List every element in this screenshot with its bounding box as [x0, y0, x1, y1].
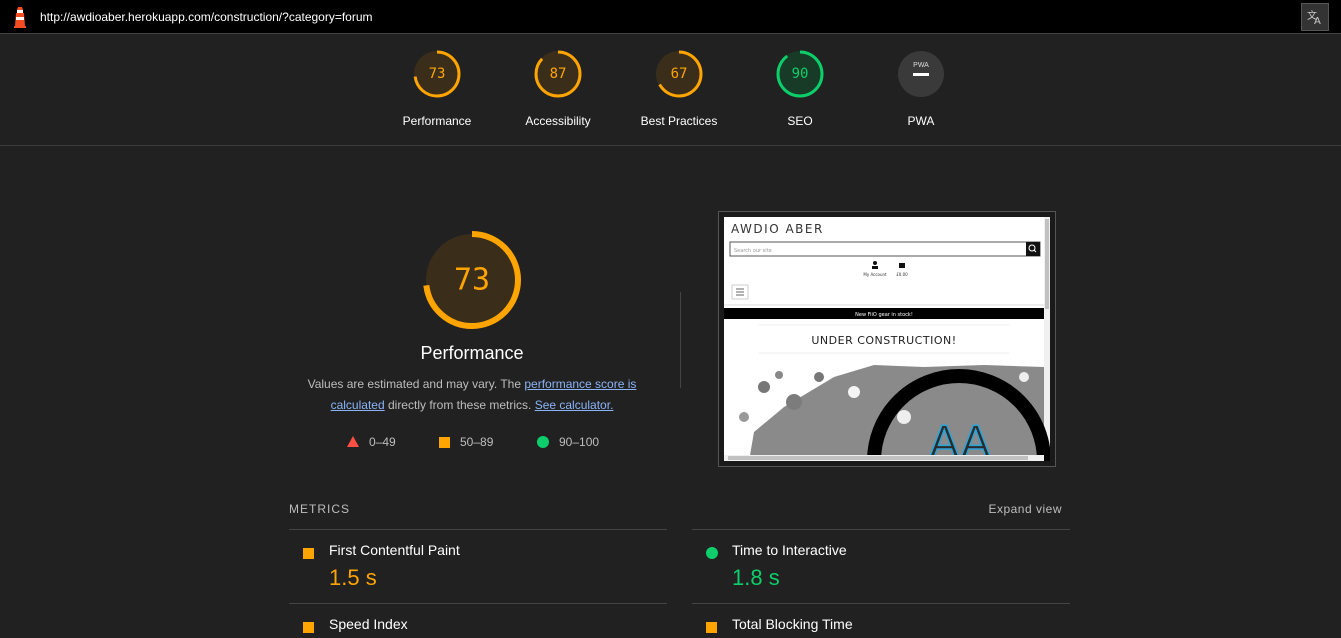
legend-average-range: 50–89 — [460, 435, 494, 449]
top-bar: http://awdioaber.herokuapp.com/construct… — [0, 0, 1341, 34]
summary-gauge-pwa[interactable]: PWA PWA — [861, 48, 981, 128]
summary-gauge-performance[interactable]: 73 Performance — [377, 48, 497, 128]
metrics-header: METRICS Expand view — [289, 502, 1070, 530]
screenshot-logo-text: AA — [929, 417, 990, 461]
expand-view-toggle[interactable]: Expand view — [988, 502, 1062, 516]
score-gauge: 87 — [534, 50, 582, 98]
score-summary: 73 Performance 87 Accessibility 67 Best Pract… — [0, 34, 1341, 146]
gauge-label: Performance — [402, 114, 472, 128]
screenshot-account-label: My Account — [863, 272, 887, 277]
performance-description: Values are estimated and may vary. The p… — [300, 374, 644, 416]
translate-button[interactable]: 文 A — [1301, 3, 1329, 31]
metrics-divider-left-2 — [289, 603, 667, 604]
final-screenshot[interactable]: AWDIO ABER Search our site My Account £0… — [718, 211, 1056, 467]
circle-icon — [706, 546, 718, 564]
gauge-score: 67 — [671, 66, 688, 82]
metric-value: 1.5 s — [329, 565, 377, 590]
legend-fail-range: 0–49 — [369, 435, 396, 449]
desc-prefix: Values are estimated and may vary. The — [307, 377, 525, 391]
pwa-badge-text: PWA — [913, 62, 929, 69]
svg-text:A: A — [1314, 16, 1321, 26]
metric-speed-index[interactable]: Speed Index — [289, 616, 667, 636]
screenshot-site-title: AWDIO ABER — [731, 222, 824, 236]
gauge-label: SEO — [787, 114, 813, 128]
metric-name: Total Blocking Time — [732, 616, 853, 632]
metrics-title: METRICS — [289, 502, 350, 516]
square-icon — [303, 546, 314, 564]
square-icon — [439, 436, 450, 448]
gauge-score: 87 — [550, 66, 567, 82]
square-icon — [706, 620, 717, 638]
lighthouse-icon — [14, 7, 26, 28]
metric-first-contentful-paint[interactable]: First Contentful Paint 1.5 s — [289, 542, 667, 602]
report-url[interactable]: http://awdioaber.herokuapp.com/construct… — [40, 10, 373, 24]
divider — [680, 292, 681, 388]
desc-middle: directly from these metrics. — [384, 398, 535, 412]
screenshot-heading: UNDER CONSTRUCTION! — [811, 334, 956, 347]
screenshot-banner: New FiiO gear in stock! — [855, 312, 913, 318]
metric-time-to-interactive[interactable]: Time to Interactive 1.8 s — [692, 542, 1070, 602]
metric-value: 1.8 s — [732, 565, 780, 590]
gauge-label: Accessibility — [525, 114, 591, 128]
screenshot-content: AWDIO ABER Search our site My Account £0… — [724, 217, 1050, 461]
gauge-score: 73 — [429, 66, 446, 82]
performance-gauge: 73 — [423, 231, 521, 329]
screenshot-search-placeholder: Search our site — [734, 248, 772, 254]
circle-icon — [537, 436, 549, 448]
score-gauge: 67 — [655, 50, 703, 98]
metrics-divider-right — [692, 529, 1070, 530]
performance-title: Performance — [420, 343, 524, 363]
screenshot-cart-label: £0.00 — [896, 272, 908, 277]
legend-fail: 0–49 — [347, 435, 396, 449]
score-gauge: 90 — [776, 50, 824, 98]
summary-gauge-seo[interactable]: 90 SEO — [740, 48, 860, 128]
performance-score: 73 — [454, 263, 490, 298]
summary-gauge-accessibility[interactable]: 87 Accessibility — [498, 48, 618, 128]
metric-name: First Contentful Paint — [329, 542, 460, 558]
metric-name: Time to Interactive — [732, 542, 847, 558]
gauge-label: Best Practices — [640, 114, 718, 128]
score-gauge: 73 — [413, 50, 461, 98]
metrics-divider-right-2 — [692, 603, 1070, 604]
metric-total-blocking-time[interactable]: Total Blocking Time — [692, 616, 1070, 636]
legend-pass-range: 90–100 — [559, 435, 600, 449]
summary-gauge-best-practices[interactable]: 67 Best Practices — [619, 48, 739, 128]
metric-name: Speed Index — [329, 616, 408, 632]
metrics-divider-left — [289, 529, 667, 530]
triangle-icon — [347, 436, 359, 447]
legend-pass: 90–100 — [537, 435, 599, 449]
gauge-score: 90 — [792, 66, 809, 82]
pwa-gauge: PWA — [898, 51, 944, 97]
dash-icon — [913, 73, 929, 76]
see-calculator-link[interactable]: See calculator. — [535, 398, 614, 412]
square-icon — [303, 620, 314, 638]
translate-icon: 文 A — [1307, 9, 1321, 26]
screenshot-render: AWDIO ABER Search our site My Account £0… — [724, 217, 1050, 461]
gauge-label: PWA — [907, 114, 935, 128]
legend-average: 50–89 — [439, 435, 493, 449]
